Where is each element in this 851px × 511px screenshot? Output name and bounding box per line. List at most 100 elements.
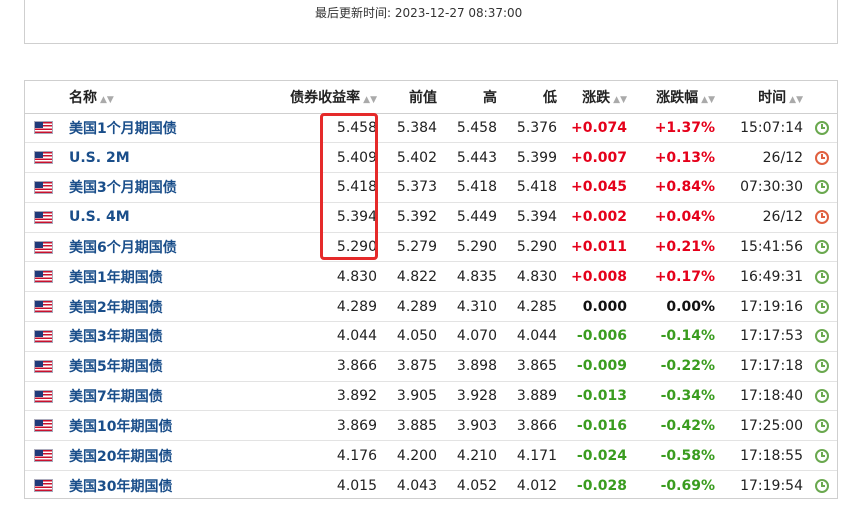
bond-name-link[interactable]: 美国20年期国债 [69, 449, 172, 465]
bond-name-link[interactable]: 美国1个月期国债 [69, 121, 177, 137]
time-cell: 07:30:30 [719, 172, 807, 203]
column-header-change[interactable]: 涨跌 ▲▼ [561, 81, 631, 114]
table-row[interactable]: 美国6个月期国债 5.290 5.279 5.290 5.290 +0.011 +0.21%… [25, 232, 837, 263]
time-cell: 26/12 [719, 202, 807, 233]
status-cell [807, 232, 837, 263]
low-cell: 4.285 [501, 291, 561, 323]
us-flag-icon [33, 151, 53, 165]
bond-name-link[interactable]: 美国5年期国债 [69, 359, 163, 375]
table-row[interactable]: 美国10年期国债 3.869 3.885 3.903 3.866 -0.016 -0.42%… [25, 410, 837, 442]
clock-open-icon [815, 299, 829, 314]
clock-closed-icon [815, 150, 829, 165]
time-cell: 15:07:14 [719, 113, 807, 144]
us-flag-icon [33, 329, 53, 343]
sort-icon[interactable]: ▲▼ [363, 95, 377, 105]
clock-closed-icon [815, 210, 829, 225]
table-row[interactable]: U.S. 4M 5.394 5.392 5.449 5.394 +0.002 +0.04% 2… [25, 202, 837, 233]
low-cell: 3.865 [501, 351, 561, 382]
clock-open-icon [815, 269, 829, 284]
table-row[interactable]: 美国3年期国债 4.044 4.050 4.070 4.044 -0.006 -0.14% 1… [25, 321, 837, 352]
us-flag-icon [33, 300, 53, 314]
bond-name-cell: 美国10年期国债 [61, 410, 271, 442]
high-cell: 3.903 [441, 410, 501, 442]
bond-name-link[interactable]: 美国30年期国债 [69, 479, 172, 495]
sort-icon[interactable]: ▲▼ [613, 95, 627, 105]
bond-name-link[interactable]: 美国10年期国债 [69, 419, 172, 435]
prev-cell: 5.392 [381, 202, 441, 233]
us-flag-icon [33, 359, 53, 373]
low-cell: 5.399 [501, 142, 561, 174]
us-flag-icon [33, 121, 53, 135]
high-cell: 5.290 [441, 232, 501, 263]
flag-cell [25, 202, 61, 233]
yield-cell: 3.892 [271, 381, 381, 412]
column-header-name[interactable]: 名称 ▲▼ [61, 81, 271, 114]
table-row[interactable]: 美国1年期国债 4.830 4.822 4.835 4.830 +0.008 +0.17% 1… [25, 261, 837, 293]
status-cell [807, 440, 837, 472]
bond-name-link[interactable]: 美国3年期国债 [69, 329, 163, 345]
status-cell [807, 410, 837, 442]
bond-name-link[interactable]: U.S. 2M [69, 150, 130, 166]
status-cell [807, 202, 837, 233]
flag-cell [25, 381, 61, 412]
table-row[interactable]: 美国7年期国债 3.892 3.905 3.928 3.889 -0.013 -0.34% 1… [25, 381, 837, 412]
table-row[interactable]: 美国1个月期国债 5.458 5.384 5.458 5.376 +0.074 +1.37%… [25, 113, 837, 144]
table-row[interactable]: 美国2年期国债 4.289 4.289 4.310 4.285 0.000 0.00% 17:… [25, 291, 837, 323]
prev-cell: 5.279 [381, 232, 441, 263]
flag-cell [25, 261, 61, 293]
bond-name-link[interactable]: U.S. 4M [69, 209, 130, 225]
bond-name-link[interactable]: 美国2年期国债 [69, 300, 163, 316]
time-cell: 17:18:55 [719, 440, 807, 472]
table-row[interactable]: U.S. 2M 5.409 5.402 5.443 5.399 +0.007 +0.13% 2… [25, 142, 837, 174]
time-cell: 15:41:56 [719, 232, 807, 263]
prev-cell: 4.200 [381, 440, 441, 472]
change-cell: +0.008 [561, 261, 631, 293]
yield-cell: 5.394 [271, 202, 381, 233]
bond-name-link[interactable]: 美国3个月期国债 [69, 180, 177, 196]
sort-icon[interactable]: ▲▼ [100, 95, 114, 105]
bond-name-cell: 美国2年期国债 [61, 291, 271, 323]
yield-cell: 4.176 [271, 440, 381, 472]
high-cell: 4.210 [441, 440, 501, 472]
table-row[interactable]: 美国20年期国债 4.176 4.200 4.210 4.171 -0.024 -0.58%… [25, 440, 837, 472]
column-header-low: 低 [501, 81, 561, 114]
high-cell: 3.928 [441, 381, 501, 412]
column-header-time[interactable]: 时间 ▲▼ [719, 81, 807, 114]
prev-cell: 4.822 [381, 261, 441, 293]
column-header-yield[interactable]: 债券收益率 ▲▼ [271, 81, 381, 114]
prev-cell: 5.402 [381, 142, 441, 174]
low-cell: 5.394 [501, 202, 561, 233]
change-cell: 0.000 [561, 291, 631, 323]
time-cell: 17:17:53 [719, 321, 807, 352]
high-cell: 4.070 [441, 321, 501, 352]
table-row[interactable]: 美国30年期国债 4.015 4.043 4.052 4.012 -0.028 -0.69%… [25, 471, 837, 501]
table-row[interactable]: 美国3个月期国债 5.418 5.373 5.418 5.418 +0.045 +0.84%… [25, 172, 837, 203]
change-pct-cell: -0.42% [631, 410, 719, 442]
change-cell: +0.011 [561, 232, 631, 263]
us-flag-icon [33, 240, 53, 254]
column-header-change-pct[interactable]: 涨跌幅 ▲▼ [631, 81, 719, 114]
change-cell: -0.016 [561, 410, 631, 442]
us-flag-icon [33, 389, 53, 403]
bond-name-link[interactable]: 美国6个月期国债 [69, 240, 177, 256]
change-pct-cell: +0.04% [631, 202, 719, 233]
bond-name-cell: 美国5年期国债 [61, 351, 271, 382]
clock-open-icon [815, 389, 829, 404]
us-flag-icon [33, 180, 53, 194]
table-row[interactable]: 美国5年期国债 3.866 3.875 3.898 3.865 -0.009 -0.22% 1… [25, 351, 837, 382]
bond-name-cell: 美国3年期国债 [61, 321, 271, 352]
bond-name-link[interactable]: 美国1年期国债 [69, 270, 163, 286]
prev-cell: 3.885 [381, 410, 441, 442]
clock-open-icon [815, 329, 829, 344]
bond-name-link[interactable]: 美国7年期国债 [69, 389, 163, 405]
flag-cell [25, 440, 61, 472]
us-flag-icon [33, 419, 53, 433]
change-cell: -0.009 [561, 351, 631, 382]
time-cell: 17:18:40 [719, 381, 807, 412]
flag-cell [25, 321, 61, 352]
sort-icon[interactable]: ▲▼ [789, 95, 803, 105]
flag-cell [25, 113, 61, 144]
flag-cell [25, 142, 61, 174]
sort-icon[interactable]: ▲▼ [701, 95, 715, 105]
change-pct-cell: +1.37% [631, 113, 719, 144]
